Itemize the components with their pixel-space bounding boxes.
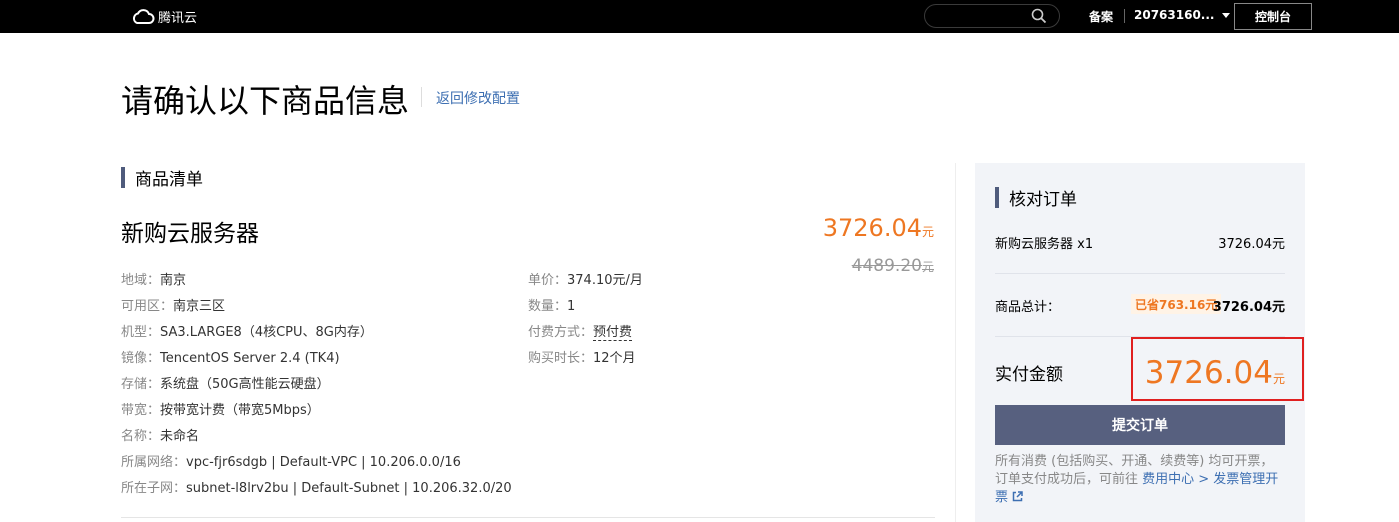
product-price: 3726.04元 xyxy=(823,214,934,242)
spec-unit-price: 单价：374.10元/月 xyxy=(528,273,643,288)
savings-badge: 已省763.16元 xyxy=(1131,294,1222,314)
spec-bandwidth: 带宽：按带宽计费（带宽5Mbps） xyxy=(121,403,320,418)
external-link-icon xyxy=(1012,491,1023,502)
total-amount-unit: 元 xyxy=(1272,372,1285,386)
spec-name: 名称：未命名 xyxy=(121,429,200,444)
invoice-notice: 所有消费 (包括购买、开通、续费等) 均可开票，订单支付成功后，可前往 费用中心… xyxy=(995,453,1285,507)
product-price-unit: 元 xyxy=(921,225,934,239)
chevron-down-icon xyxy=(1222,12,1231,18)
spec-duration: 购买时长：12个月 xyxy=(528,351,636,366)
total-amount: 3726.04元 xyxy=(1145,355,1285,391)
search-input[interactable] xyxy=(924,4,1060,28)
console-button[interactable]: 控制台 xyxy=(1234,3,1312,30)
total-amount-value: 3726.04 xyxy=(1144,355,1273,391)
heading-accent-bar xyxy=(121,167,125,188)
product-list-divider xyxy=(121,517,935,518)
spec-region: 地域：南京 xyxy=(121,273,187,288)
nav-separator xyxy=(1124,9,1125,23)
product-name: 新购云服务器 xyxy=(121,221,259,247)
original-price-unit: 元 xyxy=(921,260,934,274)
spec-network: 所属网络：vpc-fjr6sdgb | Default-VPC | 10.206… xyxy=(121,455,461,470)
spec-zone: 可用区：南京三区 xyxy=(121,299,226,314)
account-menu[interactable]: 20763160... xyxy=(1134,8,1231,22)
order-check-heading: 核对订单 xyxy=(995,185,1077,210)
spec-billing-mode: 付费方式：预付费 xyxy=(528,325,633,341)
nav-filing-link[interactable]: 备案 xyxy=(1089,8,1113,25)
spec-instance-type: 机型：SA3.LARGE8（4核CPU、8G内存） xyxy=(121,325,373,340)
page-title: 请确认以下商品信息 xyxy=(121,82,410,120)
product-list-heading: 商品清单 xyxy=(121,165,203,190)
heading-accent-bar xyxy=(995,187,999,208)
product-list-heading-text: 商品清单 xyxy=(135,170,203,190)
subtotal-label: 商品总计： xyxy=(995,300,1061,315)
submit-order-button[interactable]: 提交订单 xyxy=(995,405,1285,445)
product-price-value: 3726.04 xyxy=(822,214,922,242)
spec-image: 镜像：TencentOS Server 2.4 (TK4) xyxy=(121,351,340,366)
order-check-heading-text: 核对订单 xyxy=(1009,190,1077,210)
tencent-cloud-logo[interactable]: 腾讯云 xyxy=(131,6,197,27)
back-to-config-link[interactable]: 返回修改配置 xyxy=(436,88,520,108)
spec-storage: 存储：系统盘（50G高性能云硬盘） xyxy=(121,377,330,392)
column-divider xyxy=(955,163,956,522)
spec-quantity: 数量：1 xyxy=(528,299,576,314)
logo-text: 腾讯云 xyxy=(158,11,198,26)
subtotal-value: 3726.04元 xyxy=(1212,300,1285,315)
original-price-value: 4489.20 xyxy=(851,256,922,276)
order-item-price: 3726.04元 xyxy=(1218,237,1285,252)
order-item-name: 新购云服务器 x1 xyxy=(995,237,1094,252)
billing-mode-tooltip-trigger[interactable]: 预付费 xyxy=(593,325,633,341)
top-navbar: 腾讯云 备案 20763160... 控制台 xyxy=(0,0,1399,33)
cloud-logo-icon xyxy=(132,8,155,24)
product-original-price: 4489.20元 xyxy=(852,256,934,276)
spec-subnet: 所在子网：subnet-l8lrv2bu | Default-Subnet | … xyxy=(121,481,512,496)
account-id: 20763160... xyxy=(1134,8,1215,22)
panel-divider xyxy=(995,273,1285,274)
title-divider xyxy=(421,87,422,107)
search-icon[interactable] xyxy=(1031,8,1047,24)
total-label: 实付金额 xyxy=(995,365,1063,385)
